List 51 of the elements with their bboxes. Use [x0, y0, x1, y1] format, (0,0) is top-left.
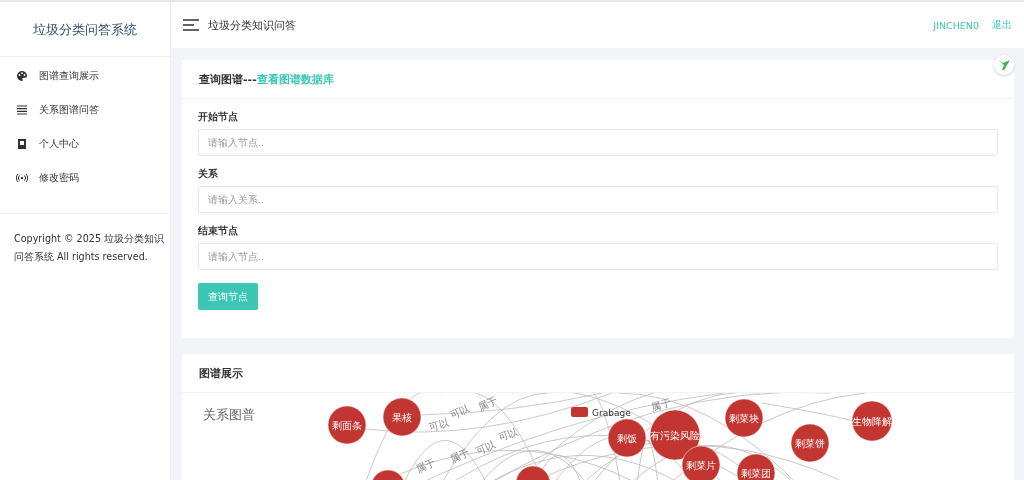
- legend-label[interactable]: Grabage: [592, 408, 631, 418]
- sidebar-item[interactable]: 个人中心: [0, 127, 170, 161]
- edge-label: 属于: [649, 397, 672, 413]
- book-icon: [16, 138, 28, 150]
- edge-label: 属于: [414, 456, 437, 475]
- field-label: 关系: [198, 168, 219, 181]
- graph-node[interactable]: [681, 445, 721, 480]
- app-title: 垃圾分类问答系统: [0, 2, 170, 57]
- edge-label: 可以: [448, 402, 471, 421]
- edge-label: 可以: [496, 425, 520, 443]
- graph-node[interactable]: [370, 469, 406, 480]
- node-label: 剩菜块: [729, 412, 759, 424]
- edge-label: 可以: [427, 417, 450, 433]
- palette-icon: [16, 70, 28, 82]
- node-label: 剩面条: [332, 419, 362, 431]
- graph-node[interactable]: [851, 400, 893, 442]
- card-title: 查询图谱---: [199, 71, 257, 87]
- sidebar-item[interactable]: 修改密码: [0, 161, 170, 195]
- graph-node[interactable]: [607, 418, 647, 458]
- logo-icon[interactable]: [994, 55, 1014, 75]
- edge-label: 可以: [474, 438, 497, 457]
- graph-title: 关系图普: [203, 406, 255, 424]
- input-field[interactable]: 请输入节点..: [198, 129, 998, 156]
- list-icon: [16, 104, 28, 116]
- edge-label: 属于: [448, 446, 471, 465]
- field-label: 开始节点: [198, 111, 239, 124]
- node-label: 剩饭: [617, 432, 637, 444]
- graph-node[interactable]: [515, 465, 551, 480]
- node-label: 剩菜片: [686, 459, 716, 471]
- node-label: 有污染风险: [650, 429, 700, 441]
- graph-node[interactable]: [724, 398, 764, 438]
- node-label: 剩菜饼: [795, 437, 825, 449]
- node-label: 生物降解: [852, 415, 892, 427]
- input-field[interactable]: 请输入节点..: [198, 243, 998, 270]
- page-title: 垃圾分类知识问答: [208, 17, 296, 33]
- graph-node[interactable]: [736, 453, 776, 480]
- legend-swatch[interactable]: [571, 407, 588, 417]
- edge-label: 属于: [476, 394, 499, 413]
- graph-node[interactable]: [382, 397, 422, 437]
- graph-node[interactable]: [327, 405, 367, 445]
- sidebar-item[interactable]: 关系图谱问答: [0, 93, 170, 127]
- sidebar-item[interactable]: 图谱查询展示: [0, 59, 170, 93]
- menu-icon[interactable]: [183, 19, 199, 31]
- input-field[interactable]: 请输入关系..: [198, 186, 998, 213]
- copyright-text: Copyright © 2025 垃圾分类知识问答系统 All rights reserved.: [13, 232, 166, 264]
- graph-node[interactable]: [790, 423, 830, 463]
- card-title: 图谱展示: [199, 365, 243, 381]
- field-label: 结束节点: [198, 225, 239, 238]
- node-label: 果核: [392, 411, 412, 423]
- node-label: 剩菜团: [741, 467, 771, 479]
- broadcast-icon: [16, 172, 28, 184]
